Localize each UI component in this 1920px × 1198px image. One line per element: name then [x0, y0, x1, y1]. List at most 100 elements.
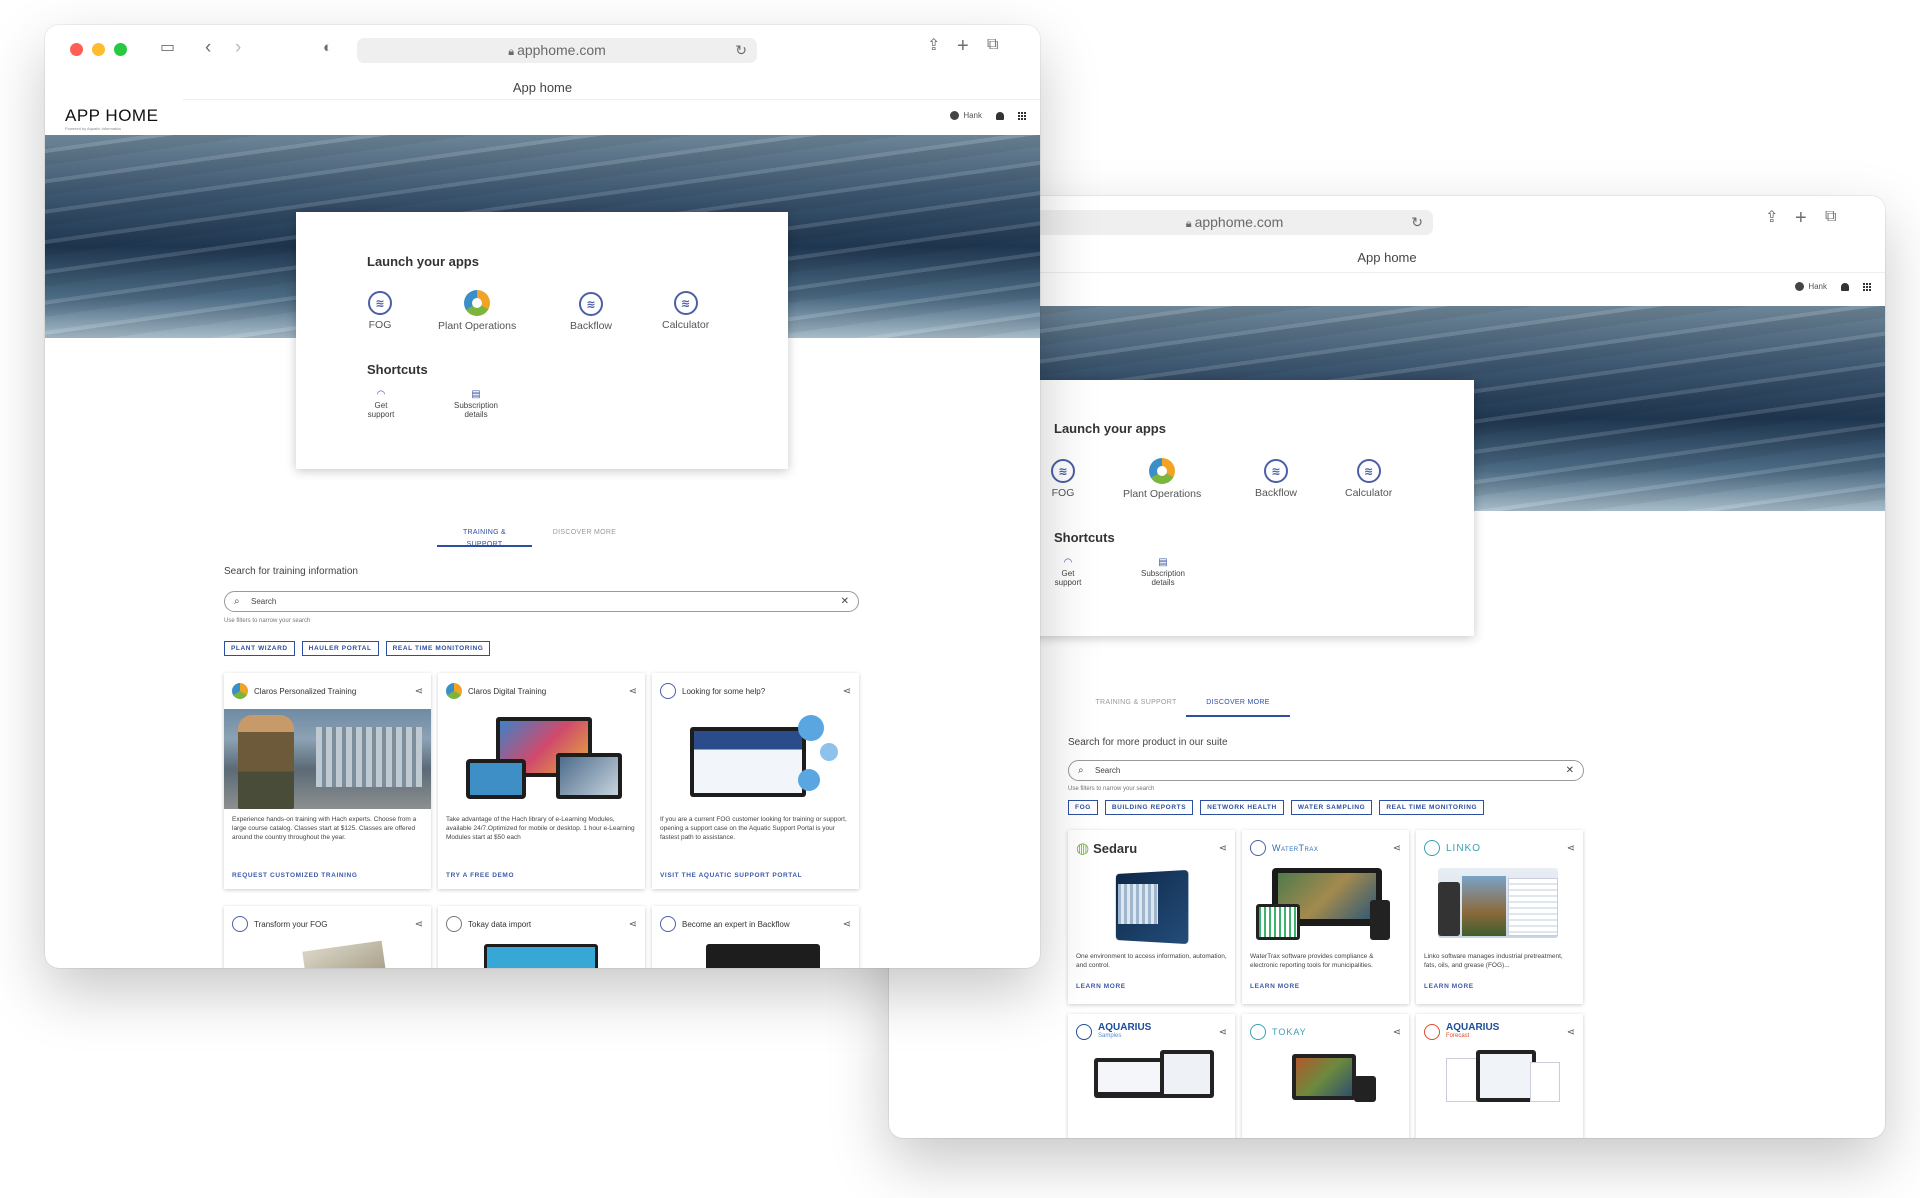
browser-window-training: ▭ ‹ › ◐ 🔒︎ apphome.com ↻ ⇪ + ⧉ App home A…	[45, 25, 1040, 968]
shortcut-get-support[interactable]: ◠ Get support	[1053, 557, 1083, 588]
document-icon: ▤	[471, 389, 481, 400]
forward-icon[interactable]: ›	[235, 38, 241, 57]
share-icon[interactable]: ⋖	[1219, 843, 1227, 854]
close-window-button[interactable]	[70, 43, 83, 56]
reload-icon[interactable]: ↻	[1411, 210, 1423, 235]
share-icon[interactable]: ⋖	[1567, 843, 1575, 854]
share-icon[interactable]: ⇪	[1765, 210, 1778, 226]
shield-icon[interactable]: ◐	[323, 40, 332, 55]
user-menu[interactable]: Hank	[1795, 282, 1827, 291]
shortcuts-title: Shortcuts	[367, 362, 428, 377]
tab-training-support[interactable]: TRAINING & SUPPORT	[1086, 697, 1186, 717]
shortcut-subscription[interactable]: ▤ Subscription details	[446, 389, 506, 420]
chip-building-reports[interactable]: BUILDING REPORTS	[1104, 800, 1194, 815]
card-cta-link[interactable]: REQUEST CUSTOMIZED TRAINING	[232, 872, 358, 879]
bell-icon[interactable]	[1841, 282, 1849, 291]
search-icon: ⌕	[234, 596, 240, 607]
waves-icon: ≋	[579, 292, 603, 316]
app-backflow[interactable]: ≋ Backflow	[1255, 459, 1297, 499]
address-bar[interactable]: 🔒︎ apphome.com ↻	[357, 38, 757, 63]
app-calculator[interactable]: ≋ Calculator	[1345, 459, 1392, 499]
app-calculator[interactable]: ≋ Calculator	[662, 291, 709, 331]
share-icon[interactable]: ⋖	[415, 919, 423, 930]
tab-discover-more[interactable]: DISCOVER MORE	[1186, 697, 1290, 717]
training-card-digital[interactable]: Claros Digital Training ⋖ Take advantage …	[438, 673, 645, 889]
share-icon[interactable]: ⋖	[843, 686, 851, 697]
card-cta-link[interactable]: TRY A FREE DEMO	[446, 872, 514, 879]
chip-plant-wizard[interactable]: PLANT WIZARD	[224, 641, 295, 656]
user-icon	[950, 111, 960, 120]
filter-chips: FOG BUILDING REPORTS NETWORK HEALTH WATE…	[1068, 800, 1485, 815]
chip-real-time-monitoring[interactable]: REAL TIME MONITORING	[385, 641, 491, 656]
search-input[interactable]: ⌕ Search ✕	[1068, 760, 1584, 781]
product-card-watertrax[interactable]: WaterTrax ⋖ WaterTrax software provides c…	[1242, 830, 1409, 1004]
training-photo	[224, 709, 431, 809]
address-bar[interactable]: 🔒︎ apphome.com ↻	[1036, 210, 1433, 235]
waves-icon: ≋	[1356, 459, 1381, 483]
product-image	[1242, 860, 1409, 950]
apps-grid-icon[interactable]	[1018, 111, 1026, 120]
training-card-personalized[interactable]: Claros Personalized Training ⋖ Experience…	[224, 673, 431, 889]
learn-more-link[interactable]: LEARN MORE	[1250, 983, 1300, 990]
product-card-aquarius-samples[interactable]: AQUARIUS Samples ⋖	[1068, 1014, 1235, 1138]
app-plant-operations[interactable]: Plant Operations	[438, 290, 516, 332]
share-icon[interactable]: ⇪	[927, 38, 940, 54]
new-tab-icon[interactable]: +	[957, 36, 969, 56]
training-card-help[interactable]: Looking for some help? ⋖ If you are a cur…	[652, 673, 859, 889]
tab-discover-more[interactable]: DISCOVER MORE	[532, 527, 637, 547]
bell-icon[interactable]	[996, 111, 1004, 120]
chip-water-sampling[interactable]: WATER SAMPLING	[1290, 800, 1373, 815]
zoom-window-button[interactable]	[114, 43, 127, 56]
sidebar-icon[interactable]: ▭	[160, 40, 175, 56]
backflow-image	[706, 944, 820, 968]
chip-real-time-monitoring[interactable]: REAL TIME MONITORING	[1379, 800, 1485, 815]
clear-icon[interactable]: ✕	[1566, 761, 1574, 780]
filter-chips: PLANT WIZARD HAULER PORTAL REAL TIME MON…	[224, 641, 491, 656]
training-devices-image	[438, 709, 645, 809]
share-icon[interactable]: ⋖	[629, 919, 637, 930]
product-card-sedaru[interactable]: ◍ Sedaru ⋖ One environment to access infor…	[1068, 830, 1235, 1004]
learn-more-link[interactable]: LEARN MORE	[1076, 983, 1126, 990]
back-icon[interactable]: ‹	[205, 38, 211, 57]
headset-icon: ◠	[1063, 557, 1073, 568]
new-tab-icon[interactable]: +	[1795, 208, 1807, 228]
apps-grid-icon[interactable]	[1863, 282, 1871, 291]
training-card-fog[interactable]: Transform your FOG ⋖	[224, 906, 431, 968]
user-menu[interactable]: Hank	[950, 111, 982, 120]
app-fog[interactable]: ≋ FOG	[1051, 459, 1075, 499]
shortcut-subscription[interactable]: ▤ Subscription details	[1133, 558, 1193, 588]
training-card-backflow[interactable]: Become an expert in Backflow ⋖	[652, 906, 859, 968]
card-cta-link[interactable]: VISIT THE AQUATIC SUPPORT PORTAL	[660, 872, 802, 879]
tabs-overview-icon[interactable]: ⧉	[1825, 209, 1836, 225]
app-fog[interactable]: ≋ FOG	[368, 291, 392, 331]
product-card-linko[interactable]: LINKO ⋖ Linko software manages industrial…	[1416, 830, 1583, 1004]
chip-hauler-portal[interactable]: HAULER PORTAL	[301, 641, 379, 656]
app-backflow[interactable]: ≋ Backflow	[570, 292, 612, 332]
training-card-tokay[interactable]: Tokay data import ⋖	[438, 906, 645, 968]
share-icon[interactable]: ⋖	[1393, 1027, 1401, 1038]
minimize-window-button[interactable]	[92, 43, 105, 56]
share-icon[interactable]: ⋖	[1567, 1027, 1575, 1038]
chip-network-health[interactable]: NETWORK HEALTH	[1200, 800, 1284, 815]
share-icon[interactable]: ⋖	[843, 919, 851, 930]
shortcut-get-support[interactable]: ◠ Get support	[366, 390, 396, 420]
share-icon[interactable]: ⋖	[415, 686, 423, 697]
share-icon[interactable]: ⋖	[629, 686, 637, 697]
app-plant-operations[interactable]: Plant Operations	[1123, 458, 1201, 500]
aquarius-icon	[1076, 1024, 1092, 1040]
share-icon[interactable]: ⋖	[1393, 843, 1401, 854]
search-input[interactable]: ⌕ Search ✕	[224, 591, 859, 612]
filter-hint: Use filters to narrow your search	[224, 618, 311, 624]
waves-icon	[232, 916, 248, 932]
chip-fog[interactable]: FOG	[1068, 800, 1098, 815]
app-home-logo[interactable]: APP HOME Powered by Aquatic Informatics	[65, 106, 158, 131]
share-icon[interactable]: ⋖	[1219, 1027, 1227, 1038]
product-card-aquarius-forecast[interactable]: AQUARIUS Forecast ⋖	[1416, 1014, 1583, 1138]
tab-training-support[interactable]: TRAINING & SUPPORT	[437, 527, 532, 548]
product-card-tokay[interactable]: TOKAY ⋖	[1242, 1014, 1409, 1138]
reload-icon[interactable]: ↻	[735, 38, 747, 63]
learn-more-link[interactable]: LEARN MORE	[1424, 983, 1474, 990]
claros-icon	[232, 683, 248, 699]
tabs-overview-icon[interactable]: ⧉	[987, 37, 998, 53]
clear-icon[interactable]: ✕	[841, 592, 849, 611]
